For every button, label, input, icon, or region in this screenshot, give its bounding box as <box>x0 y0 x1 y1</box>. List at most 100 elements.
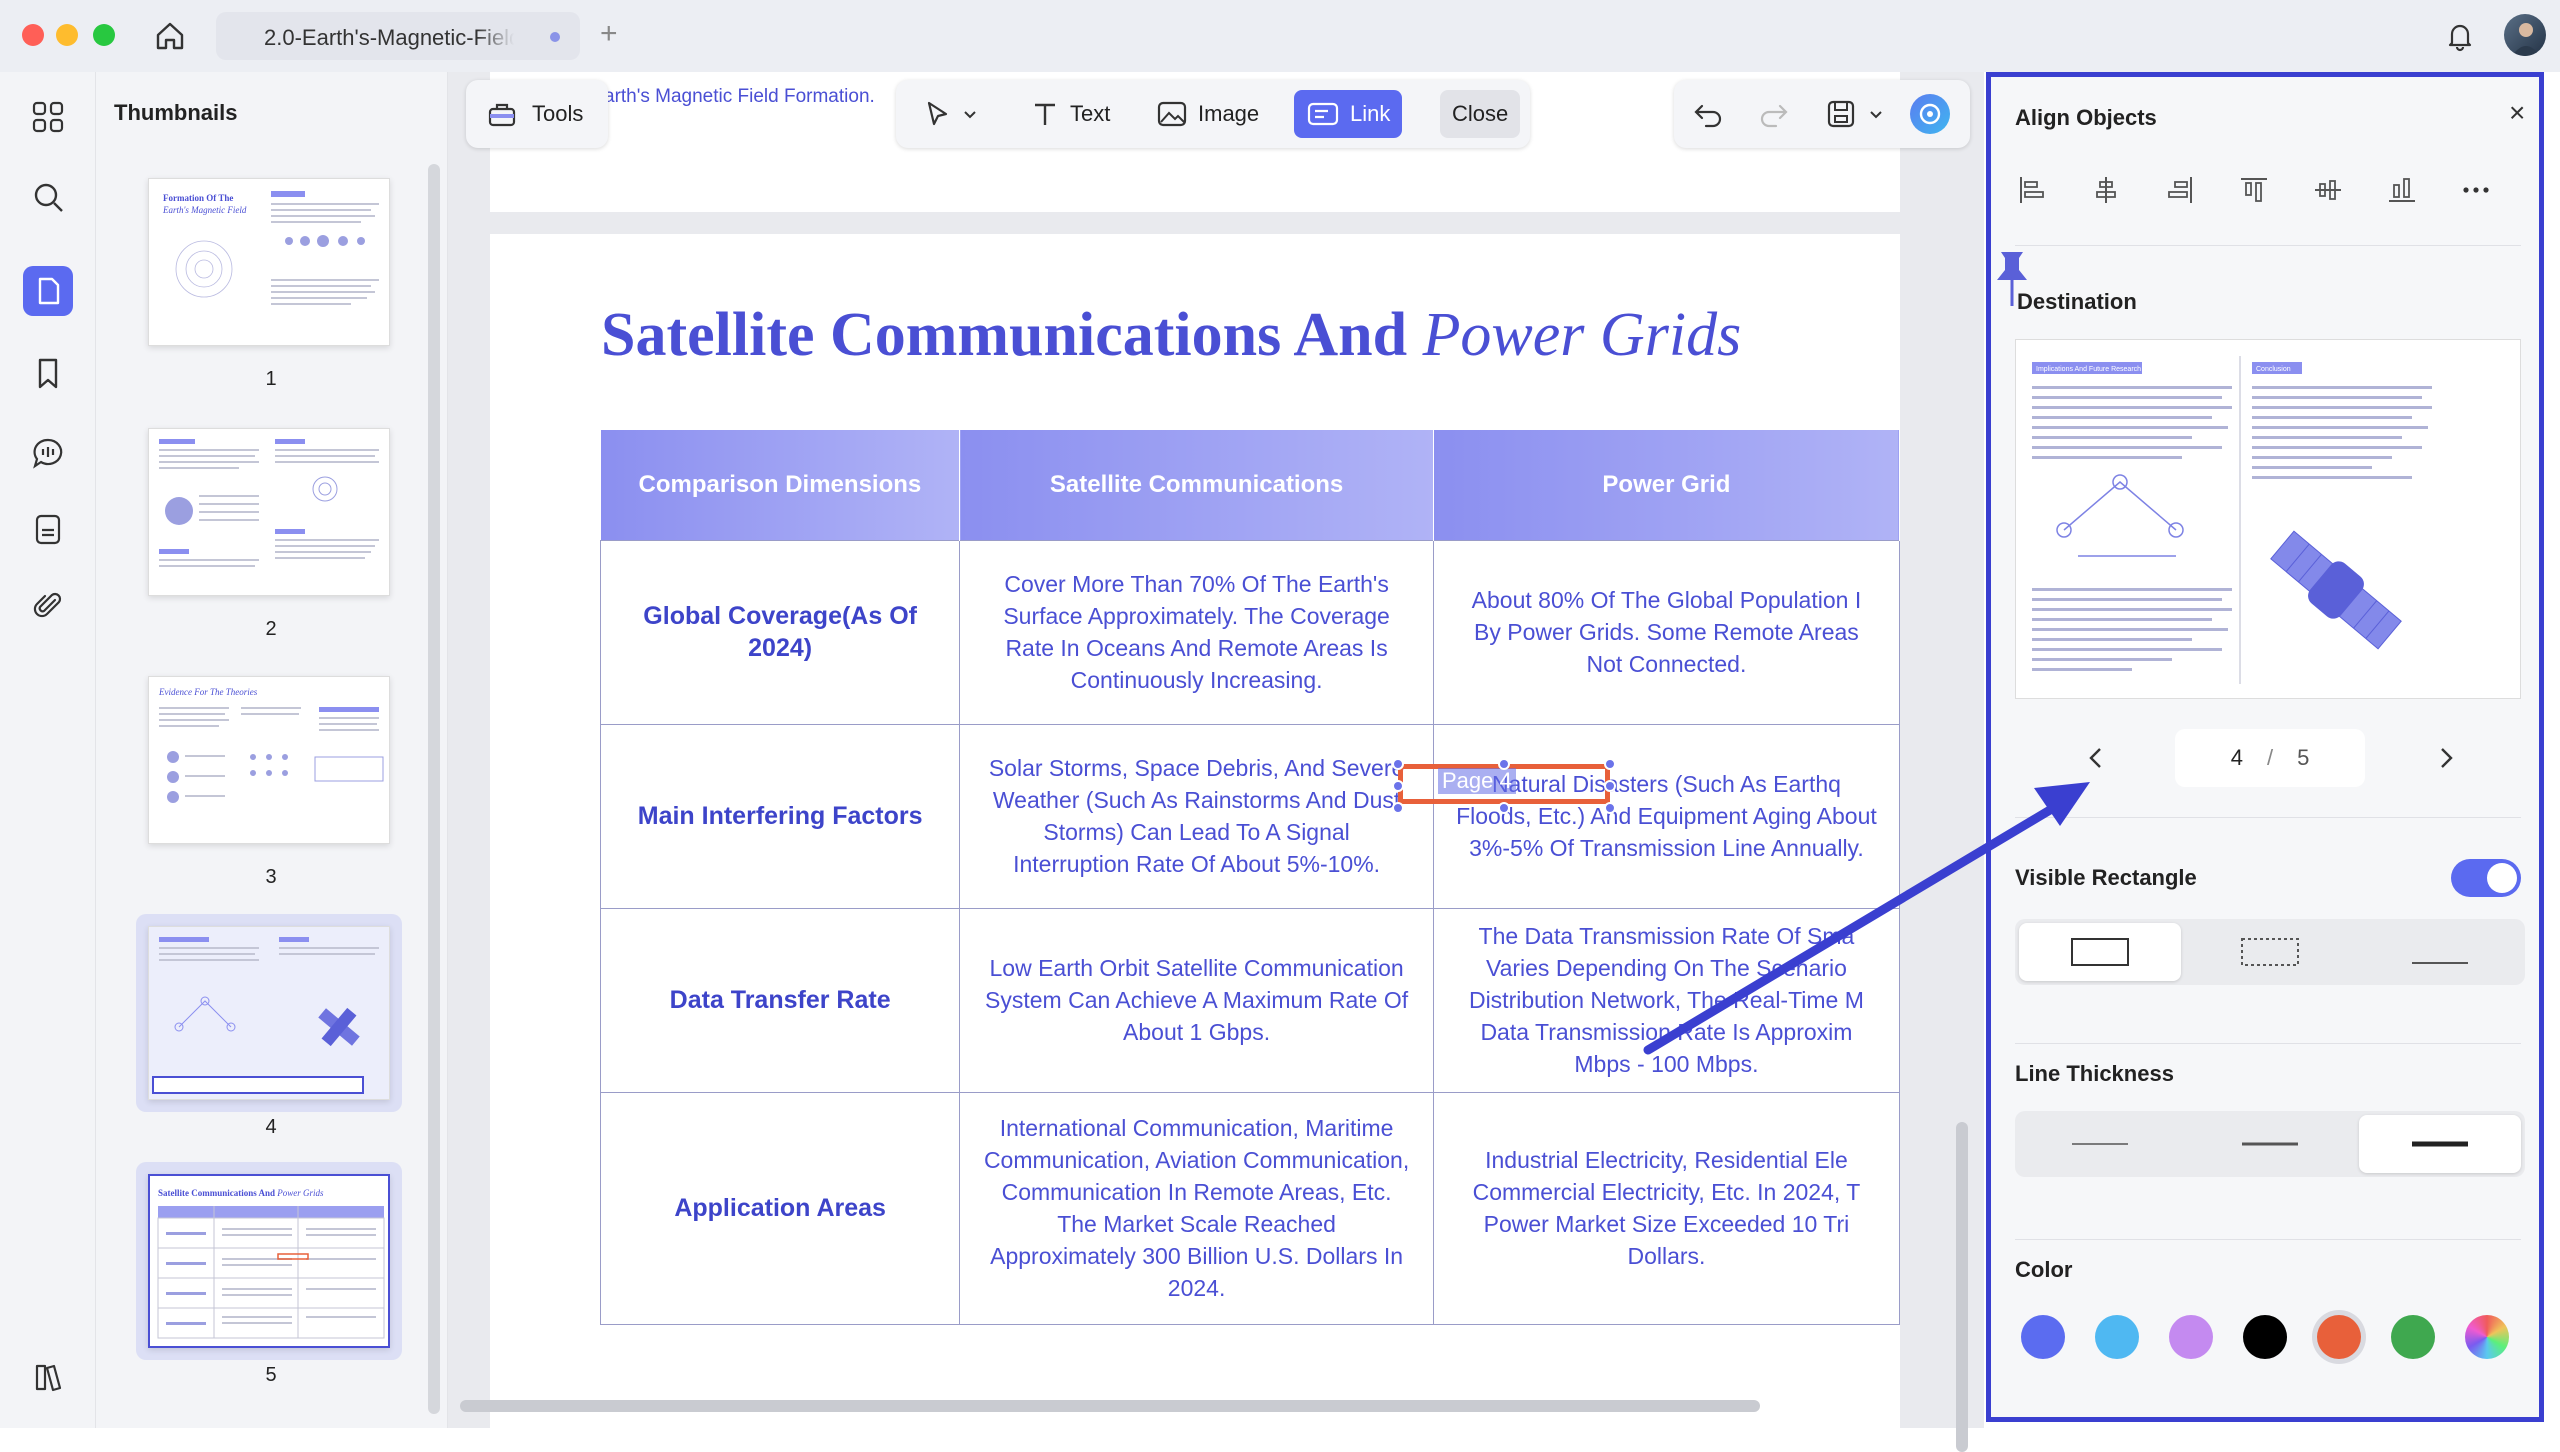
resize-handle[interactable] <box>1604 758 1616 770</box>
document-page: Satellite Communications And Power Grids… <box>490 234 1900 1428</box>
resize-handle[interactable] <box>1604 780 1616 792</box>
page-separator: / <box>2266 745 2274 770</box>
thick-line-option[interactable] <box>2359 1115 2521 1173</box>
color-swatch-blue[interactable] <box>2021 1315 2065 1359</box>
document-horizontal-scrollbar[interactable] <box>460 1400 1760 1412</box>
table-cell: About 80% Of The Global Population I By … <box>1432 539 1900 725</box>
thumbnails-scrollbar[interactable] <box>428 164 440 1414</box>
close-editing-button[interactable]: Close <box>1440 90 1521 138</box>
home-icon[interactable] <box>152 18 188 54</box>
thumbnails-icon[interactable] <box>23 266 73 316</box>
visible-rectangle-label: Visible Rectangle <box>2015 865 2197 890</box>
resize-handle[interactable] <box>1498 758 1510 770</box>
table-cell: International Communication, Maritime Co… <box>959 1091 1434 1325</box>
destination-page-preview[interactable]: Implications And Future Research Conclus… <box>2015 339 2521 699</box>
thumbnail-number-5: 5 <box>265 1364 277 1386</box>
dashed-border-option[interactable] <box>2189 923 2351 981</box>
select-tool-button[interactable] <box>910 90 990 138</box>
document-vertical-scrollbar[interactable] <box>1956 1122 1968 1452</box>
thumbnail-page-5[interactable]: Satellite Communications And Power Grids <box>148 1174 390 1348</box>
link-destination-label: Page 4 <box>1438 768 1516 794</box>
align-top-icon[interactable] <box>2237 173 2271 207</box>
left-rail <box>0 72 96 1428</box>
page-indicator[interactable]: 4 / 5 <box>2175 729 2365 787</box>
align-center-horizontal-icon[interactable] <box>2089 173 2123 207</box>
resize-handle[interactable] <box>1604 802 1616 814</box>
color-picker-icon[interactable] <box>2465 1315 2509 1359</box>
link-icon <box>1307 102 1339 126</box>
resize-handle[interactable] <box>1392 780 1404 792</box>
next-page-icon[interactable] <box>2431 743 2461 778</box>
form-icon[interactable] <box>27 508 69 550</box>
apps-grid-icon[interactable] <box>27 96 69 138</box>
tools-button[interactable]: Tools <box>466 80 608 148</box>
table-cell: Cover More Than 70% Of The Earth's Surfa… <box>959 539 1434 725</box>
document-tab[interactable]: 2.0-Earth's-Magnetic-Field <box>216 12 580 60</box>
previous-page-icon[interactable] <box>2081 743 2111 778</box>
thumbnail-page-2[interactable] <box>148 428 390 596</box>
chevron-down-icon[interactable] <box>1868 106 1884 127</box>
link-tool-button[interactable]: Link <box>1294 90 1403 138</box>
medium-line-option[interactable] <box>2189 1115 2351 1173</box>
color-swatch-black[interactable] <box>2243 1315 2287 1359</box>
unsaved-dot-icon <box>550 32 560 42</box>
align-bottom-icon[interactable] <box>2385 173 2419 207</box>
panel-title: Align Objects <box>2015 105 2157 130</box>
resize-handle[interactable] <box>1498 802 1510 814</box>
thumbnail-page-1[interactable]: Formation Of The Earth's Magnetic Field <box>148 178 390 346</box>
link-tool-label: Link <box>1350 101 1391 126</box>
close-window-button[interactable] <box>22 24 44 46</box>
table-cell: Low Earth Orbit Satellite Communication … <box>959 907 1434 1093</box>
resize-handle[interactable] <box>1392 758 1404 770</box>
search-icon[interactable] <box>27 176 69 218</box>
resize-handle[interactable] <box>1392 802 1404 814</box>
comparison-table: Comparison Dimensions Satellite Communic… <box>599 430 1900 1325</box>
link-annotation[interactable]: Page 4 <box>1392 758 1616 814</box>
panel-close-button[interactable]: × <box>2509 97 2525 129</box>
color-swatch-light-blue[interactable] <box>2095 1315 2139 1359</box>
table-row: Global Coverage(As Of 2024) Cover More T… <box>599 539 1900 725</box>
new-tab-button[interactable]: + <box>600 16 618 52</box>
comment-icon[interactable] <box>27 432 69 474</box>
align-middle-vertical-icon[interactable] <box>2311 173 2345 207</box>
ai-assistant-icon[interactable] <box>1910 94 1950 134</box>
save-icon[interactable] <box>1824 97 1858 136</box>
solid-border-option[interactable] <box>2019 923 2181 981</box>
align-left-icon[interactable] <box>2015 173 2049 207</box>
color-swatch-purple[interactable] <box>2169 1315 2213 1359</box>
bookmark-icon[interactable] <box>27 352 69 394</box>
svg-text:Earth's Magnetic Field: Earth's Magnetic Field <box>162 205 247 215</box>
library-icon[interactable] <box>27 1356 69 1398</box>
underline-border-option[interactable] <box>2359 923 2521 981</box>
thumbnail-page-4[interactable] <box>148 926 390 1100</box>
destination-label: Destination <box>2017 289 2137 314</box>
user-avatar[interactable] <box>2504 14 2546 56</box>
table-row: Main Interfering Factors Solar Storms, S… <box>599 723 1900 909</box>
attachment-icon[interactable] <box>27 584 69 626</box>
minimize-window-button[interactable] <box>56 24 78 46</box>
undo-icon[interactable] <box>1692 97 1726 136</box>
document-viewport: arth's Magnetic Field Formation. Satelli… <box>448 72 1984 1452</box>
table-header-row: Comparison Dimensions Satellite Communic… <box>600 430 1900 540</box>
document-tab-title: 2.0-Earth's-Magnetic-Field <box>264 25 514 50</box>
page-title: Satellite Communications And Power Grids <box>601 300 1741 371</box>
rectangle-style-selector <box>2015 919 2525 985</box>
divider <box>2015 245 2521 246</box>
chevron-down-icon[interactable] <box>962 106 978 122</box>
align-right-icon[interactable] <box>2163 173 2197 207</box>
redo-icon[interactable] <box>1756 97 1790 136</box>
image-tool-button[interactable]: Image <box>1144 90 1271 138</box>
color-swatch-green[interactable] <box>2391 1315 2435 1359</box>
visible-rectangle-toggle[interactable] <box>2451 859 2521 897</box>
color-swatch-orange[interactable] <box>2317 1315 2361 1359</box>
maximize-window-button[interactable] <box>93 24 115 46</box>
more-options-icon[interactable] <box>2459 173 2493 207</box>
thin-line-option[interactable] <box>2019 1115 2181 1173</box>
text-tool-button[interactable]: Text <box>1018 90 1122 138</box>
thumbnail-page-3[interactable]: Evidence For The Theories <box>148 676 390 844</box>
table-row: Application Areas International Communic… <box>599 1091 1900 1325</box>
bell-icon[interactable] <box>2442 18 2478 54</box>
thumbnail-number-1: 1 <box>265 368 277 390</box>
table-row: Data Transfer Rate Low Earth Orbit Satel… <box>599 907 1900 1093</box>
current-page-number[interactable]: 4 <box>2231 745 2243 771</box>
